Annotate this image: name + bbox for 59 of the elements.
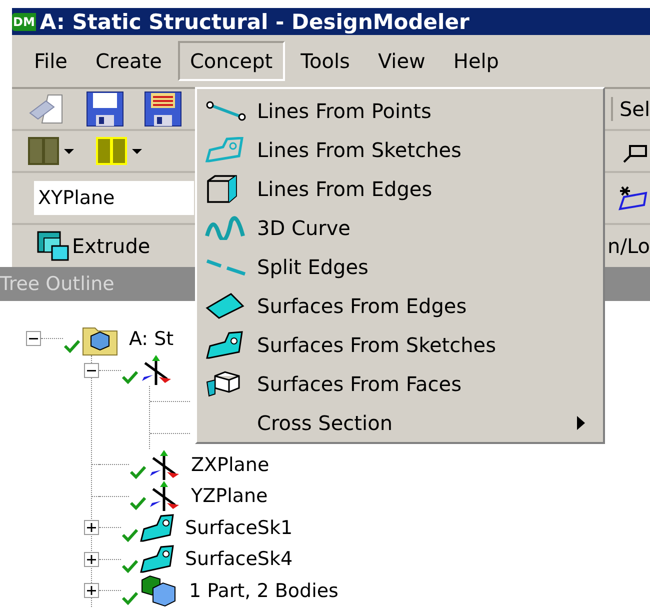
tree-item-label[interactable]: 1 Part, 2 Bodies (189, 580, 338, 602)
menu-item[interactable]: Create (83, 41, 174, 81)
expand-icon (87, 523, 96, 532)
tree-toggle[interactable] (84, 362, 99, 378)
menu-option[interactable]: 3D Curve (197, 208, 603, 247)
tree-item-label[interactable]: YZPlane (191, 485, 268, 508)
check-icon (121, 369, 139, 386)
expand-icon (87, 554, 96, 564)
axes-icon (139, 353, 173, 388)
extrude-button[interactable]: Extrude (34, 228, 152, 264)
check-icon (63, 338, 81, 354)
menu-item[interactable]: Tools (288, 41, 362, 81)
check-icon (121, 526, 139, 543)
split-line-icon (205, 256, 247, 276)
tree-item-label[interactable]: SurfaceSk1 (185, 516, 293, 539)
check-icon (121, 558, 139, 574)
layout-icon (28, 136, 76, 166)
tree-toggle[interactable] (84, 552, 99, 567)
menu-item[interactable]: Concept (178, 41, 285, 81)
menu-option[interactable]: Lines From Edges (197, 169, 603, 208)
axes-icon (147, 448, 181, 482)
sketch-outline-icon (205, 136, 245, 162)
line-points-icon (205, 100, 247, 120)
menu-option[interactable]: Surfaces From Sketches (197, 325, 603, 364)
tree-toggle[interactable] (26, 331, 41, 346)
save-as-icon (144, 91, 182, 127)
check-icon (121, 590, 139, 606)
extrude-icon (36, 230, 70, 262)
toolbar-label: n/Lo (608, 234, 650, 258)
axes-icon (147, 479, 181, 514)
cube-icon (205, 174, 239, 204)
surface-icon (205, 292, 245, 320)
window-title: A: Static Structural - DesignModeler (40, 10, 470, 34)
menu-option[interactable]: Surfaces From Faces (197, 364, 603, 403)
surface-sketch-icon (139, 512, 175, 543)
surface-sketch-icon (139, 544, 175, 574)
toolbar-label: Sel (611, 97, 650, 121)
app-badge: DM (12, 12, 36, 30)
tree-toggle[interactable] (84, 583, 99, 598)
tree-item-label[interactable]: ZXPlane (191, 454, 270, 476)
box-face-icon (205, 370, 241, 398)
tree-toggle[interactable] (84, 520, 99, 536)
submenu-arrow-icon (577, 416, 585, 430)
menu-item[interactable]: File (22, 41, 80, 81)
menu-option[interactable]: Cross Section (197, 403, 603, 442)
save-icon (86, 91, 124, 127)
plane-field[interactable]: XYPlane (34, 181, 194, 215)
menu-option[interactable]: Lines From Sketches (197, 130, 603, 169)
surface-sketch-icon (205, 330, 245, 360)
curve-icon (205, 216, 245, 240)
check-icon (129, 495, 147, 512)
menu-item[interactable]: View (366, 41, 438, 81)
expand-icon (87, 586, 96, 596)
check-icon (129, 464, 147, 480)
menu-option[interactable]: Lines From Points (197, 91, 603, 130)
layout-icon (96, 136, 144, 166)
tree-item-label[interactable]: A: St (129, 328, 174, 350)
menu-item[interactable]: Help (441, 41, 512, 81)
tree-item-label[interactable]: SurfaceSk4 (185, 548, 293, 570)
